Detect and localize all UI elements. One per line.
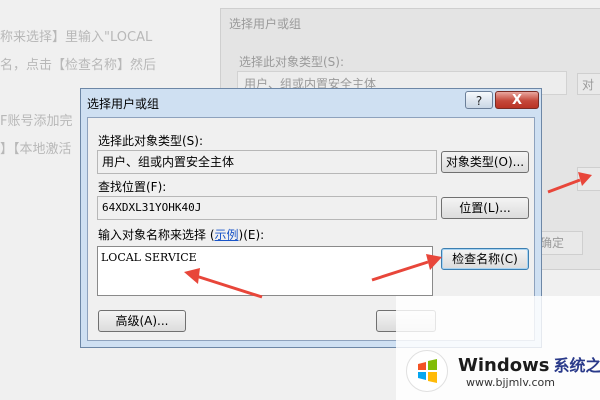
watermark-brand: Windows系统之家	[458, 352, 600, 376]
examples-link[interactable]: 示例	[215, 228, 239, 242]
object-type-field: 用户、组或内置安全主体	[97, 150, 437, 174]
object-names-label-suffix: )(E):	[238, 228, 265, 242]
object-type-label: 选择此对象类型(S):	[98, 134, 204, 148]
background-location-button	[577, 167, 600, 191]
dialog-titlebar[interactable]: 选择用户或组 ? X	[81, 89, 541, 117]
background-text-line: 称来选择】里输入"LOCAL	[0, 30, 153, 45]
location-label: 查找位置(F):	[98, 180, 167, 194]
object-names-label: 输入对象名称来选择 (示例)(E):	[98, 226, 264, 243]
help-button[interactable]: ?	[465, 91, 493, 109]
background-dialog-title: 选择用户或组	[229, 17, 302, 31]
close-button[interactable]: X	[495, 91, 539, 109]
background-text-line: F账号添加完	[0, 114, 73, 129]
windows-logo-icon	[406, 350, 448, 392]
background-dialog-label: 选择此对象类型(S):	[239, 55, 345, 69]
object-types-button[interactable]: 对象类型(O)...	[441, 151, 529, 173]
object-names-label-prefix: 输入对象名称来选择 (	[98, 228, 215, 242]
object-names-input[interactable]: LOCAL SERVICE	[97, 246, 433, 296]
watermark-brand-en: Windows	[458, 355, 550, 376]
close-icon: X	[511, 93, 523, 108]
advanced-button[interactable]: 高级(A)...	[98, 310, 186, 332]
background-text-line: 】【本地激活	[0, 142, 72, 157]
watermark-brand-cn: 系统之家	[553, 356, 600, 375]
background-text-line: 名，点击【检查名称】然后	[0, 58, 157, 73]
locations-button[interactable]: 位置(L)...	[441, 197, 529, 219]
location-field: 64XDXL31YOHK40J	[97, 196, 437, 220]
check-names-button[interactable]: 检查名称(C)	[441, 248, 529, 270]
watermark: Windows系统之家 www.bjjmlv.com	[396, 296, 600, 400]
watermark-url: www.bjjmlv.com	[466, 376, 555, 389]
background-object-type-button: 对	[577, 73, 600, 95]
dialog-title: 选择用户或组	[87, 97, 160, 111]
